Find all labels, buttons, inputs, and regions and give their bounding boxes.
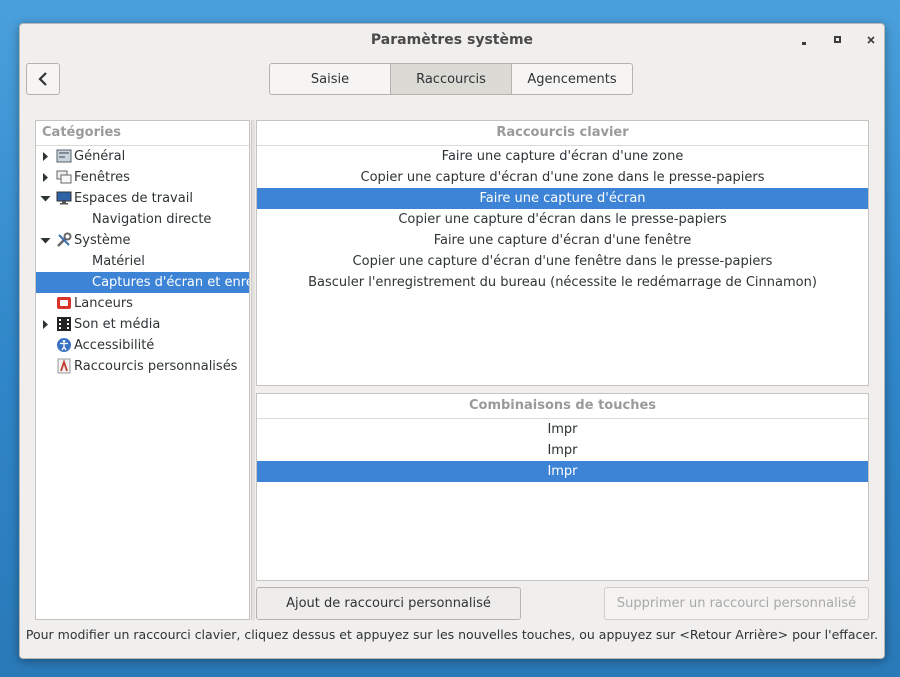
remove-custom-shortcut-button[interactable]: Supprimer un raccourci personnalisé	[604, 587, 869, 620]
expander-expanded-icon	[40, 196, 51, 202]
categories-header: Catégories	[36, 121, 249, 146]
category-label: Général	[74, 149, 126, 164]
categories-panel: Catégories Général Fenêtres Espaces de t…	[35, 120, 250, 620]
category-label: Navigation directe	[92, 212, 212, 227]
general-icon	[56, 149, 72, 163]
expander-collapsed-icon	[43, 320, 48, 329]
pane-splitter[interactable]	[251, 120, 255, 620]
shortcut-row[interactable]: Copier une capture d'écran d'une zone da…	[257, 167, 868, 188]
category-label: Son et média	[74, 317, 161, 332]
expander-collapsed-icon	[43, 173, 48, 182]
tab-saisie[interactable]: Saisie	[269, 63, 391, 95]
windows-icon	[56, 170, 72, 184]
category-label: Raccourcis personnalisés	[74, 359, 238, 374]
category-label: Fenêtres	[74, 170, 130, 185]
expander-collapsed-icon	[43, 152, 48, 161]
shortcut-row[interactable]: Basculer l'enregistrement du bureau (néc…	[257, 272, 868, 293]
shortcut-row[interactable]: Faire une capture d'écran	[257, 188, 868, 209]
category-launchers[interactable]: Lanceurs	[36, 293, 249, 314]
combinations-panel: Combinaisons de touches Impr Impr Impr	[256, 393, 869, 581]
category-label: Lanceurs	[74, 296, 133, 311]
shortcut-row[interactable]: Copier une capture d'écran dans le press…	[257, 209, 868, 230]
minimize-icon	[802, 42, 806, 45]
tab-bar: Saisie Raccourcis Agencements	[269, 63, 633, 95]
back-button[interactable]	[26, 63, 60, 95]
accessibility-icon	[57, 338, 71, 352]
category-workspaces[interactable]: Espaces de travail	[36, 188, 249, 209]
window-title: Paramètres système	[370, 32, 534, 48]
category-general[interactable]: Général	[36, 146, 249, 167]
category-label: Matériel	[92, 254, 145, 269]
category-sound-media[interactable]: Son et média	[36, 314, 249, 335]
back-arrow-icon	[38, 72, 47, 86]
close-button[interactable]	[862, 31, 880, 49]
category-accessibility[interactable]: Accessibilité	[36, 335, 249, 356]
combination-row[interactable]: Impr	[257, 461, 868, 482]
workspaces-icon	[56, 191, 72, 205]
category-hardware[interactable]: Matériel	[36, 251, 249, 272]
minimize-button[interactable]	[795, 31, 813, 49]
tab-agencements[interactable]: Agencements	[511, 63, 633, 95]
category-custom-shortcuts[interactable]: Raccourcis personnalisés	[36, 356, 249, 377]
category-screenshots[interactable]: Captures d'écran et enreg	[36, 272, 249, 293]
close-icon	[867, 36, 875, 44]
shortcuts-header: Raccourcis clavier	[257, 121, 868, 146]
launchers-icon	[57, 297, 71, 309]
settings-window: Paramètres système Saisie Raccourcis Age…	[19, 23, 885, 659]
expander-expanded-icon	[40, 238, 51, 244]
combinations-header: Combinaisons de touches	[257, 394, 868, 419]
system-tools-icon	[57, 232, 72, 247]
category-label: Accessibilité	[74, 338, 155, 353]
category-windows[interactable]: Fenêtres	[36, 167, 249, 188]
shortcut-row[interactable]: Faire une capture d'écran d'une fenêtre	[257, 230, 868, 251]
custom-shortcuts-icon	[57, 358, 71, 374]
category-system[interactable]: Système	[36, 230, 249, 251]
category-label: Système	[74, 233, 131, 248]
combination-row[interactable]: Impr	[257, 419, 868, 440]
tab-raccourcis[interactable]: Raccourcis	[390, 63, 512, 95]
sound-media-icon	[57, 317, 71, 331]
shortcuts-panel: Raccourcis clavier Faire une capture d'é…	[256, 120, 869, 386]
add-custom-shortcut-button[interactable]: Ajout de raccourci personnalisé	[256, 587, 521, 620]
category-label: Espaces de travail	[74, 191, 193, 206]
title-bar[interactable]: Paramètres système	[20, 24, 884, 56]
help-text: Pour modifier un raccourci clavier, cliq…	[25, 627, 879, 642]
category-label: Captures d'écran et enreg	[92, 275, 250, 290]
maximize-icon	[834, 36, 841, 43]
shortcut-row[interactable]: Copier une capture d'écran d'une fenêtre…	[257, 251, 868, 272]
maximize-button[interactable]	[829, 31, 847, 49]
combination-row[interactable]: Impr	[257, 440, 868, 461]
shortcut-row[interactable]: Faire une capture d'écran d'une zone	[257, 146, 868, 167]
category-direct-navigation[interactable]: Navigation directe	[36, 209, 249, 230]
